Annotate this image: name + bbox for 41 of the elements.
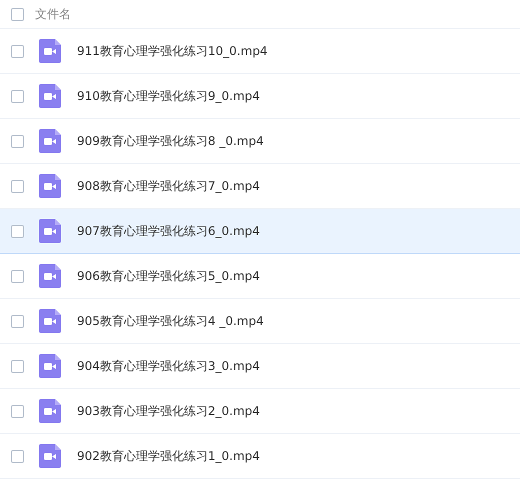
- file-name: 910教育心理学强化练习9_0.mp4: [77, 88, 260, 104]
- file-name: 911教育心理学强化练习10_0.mp4: [77, 42, 268, 60]
- file-row[interactable]: 904教育心理学强化练习3_0.mp4: [0, 344, 520, 389]
- file-row[interactable]: 905教育心理学强化练习4 _0.mp4: [0, 299, 520, 344]
- file-name: 909教育心理学强化练习8 _0.mp4: [77, 132, 264, 150]
- video-file-icon: [39, 444, 61, 468]
- file-name: 902教育心理学强化练习1_0.mp4: [77, 448, 260, 464]
- file-row[interactable]: 909教育心理学强化练习8 _0.mp4: [0, 119, 520, 164]
- column-header: 文件名: [35, 6, 71, 22]
- file-row[interactable]: 906教育心理学强化练习5_0.mp4: [0, 254, 520, 299]
- file-row[interactable]: 907教育心理学强化练习6_0.mp4: [0, 209, 520, 254]
- file-name: 906教育心理学强化练习5_0.mp4: [77, 268, 260, 284]
- checkbox[interactable]: [11, 44, 24, 58]
- video-file-icon: [39, 309, 61, 333]
- checkbox[interactable]: [11, 270, 24, 282]
- file-row[interactable]: 903教育心理学强化练习2_0.mp4: [0, 389, 520, 434]
- checkbox[interactable]: [11, 404, 24, 418]
- video-file-icon: [39, 129, 61, 153]
- video-file-icon: [39, 264, 61, 288]
- file-name: 903教育心理学强化练习2_0.mp4: [77, 402, 260, 420]
- checkbox[interactable]: [11, 450, 24, 462]
- video-file-icon: [39, 174, 61, 198]
- checkbox[interactable]: [11, 224, 24, 238]
- video-file-icon: [39, 399, 61, 423]
- file-name: 908教育心理学强化练习7_0.mp4: [77, 178, 260, 194]
- checkbox[interactable]: [11, 134, 24, 148]
- video-file-icon: [39, 84, 61, 108]
- video-file-icon: [39, 219, 61, 243]
- checkbox[interactable]: [11, 314, 24, 328]
- file-name: 907教育心理学强化练习6_0.mp4: [77, 222, 260, 240]
- checkbox[interactable]: [11, 180, 24, 192]
- select-all-checkbox[interactable]: [11, 8, 24, 20]
- video-file-icon: [39, 39, 61, 63]
- checkbox[interactable]: [11, 90, 24, 102]
- checkbox[interactable]: [11, 360, 24, 372]
- file-row[interactable]: 910教育心理学强化练习9_0.mp4: [0, 74, 520, 119]
- file-name: 905教育心理学强化练习4 _0.mp4: [77, 312, 264, 330]
- file-row[interactable]: 911教育心理学强化练习10_0.mp4: [0, 29, 520, 74]
- file-name: 904教育心理学强化练习3_0.mp4: [77, 358, 260, 374]
- video-file-icon: [39, 354, 61, 378]
- file-row[interactable]: 902教育心理学强化练习1_0.mp4: [0, 434, 520, 479]
